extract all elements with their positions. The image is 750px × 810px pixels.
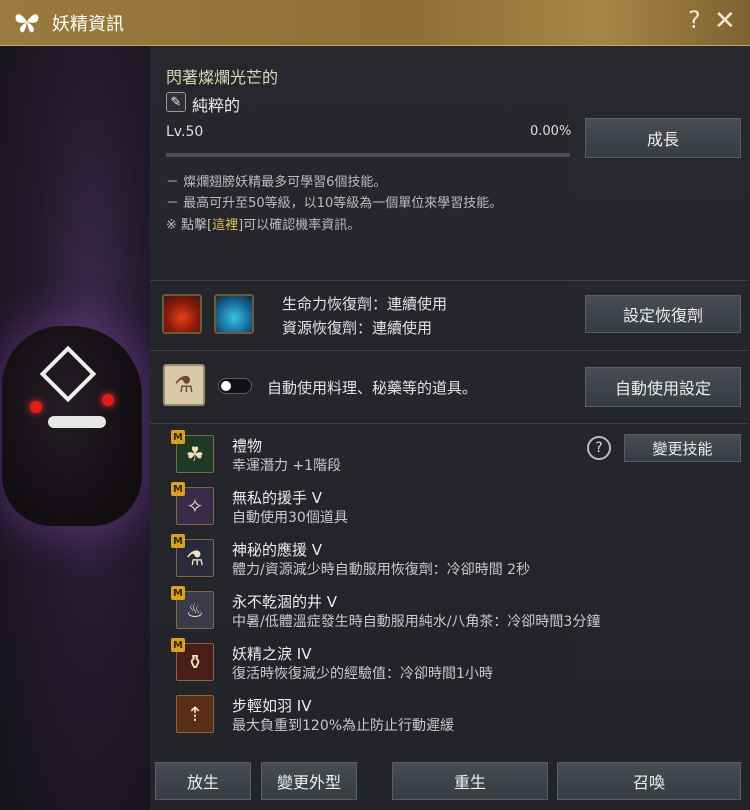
feather-bag-icon: ⇡ (176, 695, 214, 733)
skill-row[interactable]: ⚗ M 神秘的應援 V 體力/資源減少時自動服用恢復劑：冷卻時間 2秒 (150, 534, 570, 585)
skill-description: 體力/資源減少時自動服用恢復劑：冷卻時間 2秒 (232, 562, 531, 578)
skill-name: 神秘的應援 V (232, 541, 323, 559)
mastery-badge: M (171, 430, 185, 444)
auto-use-item-icon: ⚗ (163, 364, 205, 406)
mastery-badge: M (171, 534, 185, 548)
fairy-left-eye (30, 401, 42, 413)
grow-button[interactable]: 成長 (585, 118, 741, 158)
divider (150, 280, 748, 281)
skill-row[interactable]: ☘ M 禮物 幸運潛力 +1階段 (150, 430, 570, 481)
mastery-badge: M (171, 638, 185, 652)
close-icon[interactable]: ✕ (714, 6, 736, 36)
exp-bar (166, 153, 570, 157)
mp-potion-icon[interactable] (214, 294, 254, 334)
summon-button[interactable]: 召喚 (557, 762, 741, 800)
skill-description: 中暑/低體溫症發生時自動服用純水/八角茶：冷卻時間3分鐘 (232, 614, 601, 630)
auto-use-settings-button[interactable]: 自動使用設定 (585, 367, 741, 407)
release-button[interactable]: 放生 (155, 762, 251, 800)
skill-row[interactable]: ⇡ 步輕如羽 IV 最大負重到120%為止防止行動遲緩 (150, 693, 570, 741)
info-line-2: － 最高可升至50等級，以10等級為一個單位來學習技能。 (166, 196, 503, 211)
fairy-portrait (0, 46, 150, 810)
fairy-right-eye (102, 394, 114, 406)
help-icon[interactable]: ? (688, 6, 701, 34)
skill-name: 妖精之淚 IV (232, 645, 312, 663)
fairy-name: 純粹的 (192, 96, 241, 115)
fairy-level: Lv.50 (166, 124, 204, 140)
skill-name: 無私的援手 V (232, 489, 323, 507)
set-potion-button[interactable]: 設定恢復劑 (585, 295, 741, 333)
probability-link[interactable]: 這裡 (212, 218, 238, 233)
divider (150, 423, 748, 424)
rebirth-button[interactable]: 重生 (392, 762, 548, 800)
skill-name: 禮物 (232, 437, 263, 455)
skill-help-icon[interactable]: ? (587, 436, 611, 460)
fairy-mouth (48, 416, 106, 428)
mastery-badge: M (171, 482, 185, 496)
skill-name: 永不乾涸的井 V (232, 593, 338, 611)
skill-description: 復活時恢復減少的經驗值：冷卻時間1小時 (232, 666, 493, 682)
info-line-3-suffix: ]可以確認機率資訊。 (238, 218, 361, 233)
fairy-prefix: 閃著燦爛光芒的 (166, 68, 279, 87)
window-title: 妖精資訊 (52, 14, 124, 35)
skill-name: 步輕如羽 IV (232, 697, 312, 715)
skill-row[interactable]: ✧ M 無私的援手 V 自動使用30個道具 (150, 482, 570, 533)
info-line-3: ※ 點擊[這裡]可以確認機率資訊。 (166, 214, 360, 233)
info-line-1: － 燦爛翅膀妖精最多可學習6個技能。 (166, 175, 387, 190)
exp-percent: 0.00% (530, 124, 572, 139)
auto-use-label: 自動使用料理、秘藥等的道具。 (267, 379, 478, 397)
mastery-badge: M (171, 586, 185, 600)
skill-description: 最大負重到120%為止防止行動遲緩 (232, 718, 455, 734)
butterfly-icon (15, 14, 39, 33)
skill-description: 自動使用30個道具 (232, 510, 348, 526)
auto-use-toggle[interactable] (218, 378, 252, 394)
change-look-button[interactable]: 變更外型 (261, 762, 357, 800)
info-line-3-prefix: ※ 點擊[ (166, 218, 213, 233)
divider (150, 350, 748, 351)
change-skill-button[interactable]: 變更技能 (624, 434, 741, 462)
hp-potion-icon[interactable] (162, 294, 202, 334)
title-bar[interactable]: 妖精資訊 ? ✕ (0, 0, 750, 46)
mp-potion-setting: 資源恢復劑：連續使用 (282, 319, 433, 337)
skill-row[interactable]: ⚱ M 妖精之淚 IV 復活時恢復減少的經驗值：冷卻時間1小時 (150, 638, 570, 689)
skill-row[interactable]: ♨ M 永不乾涸的井 V 中暑/低體溫症發生時自動服用純水/八角茶：冷卻時間3分鐘 (150, 586, 600, 637)
skill-description: 幸運潛力 +1階段 (232, 458, 342, 474)
hp-potion-setting: 生命力恢復劑：連續使用 (282, 295, 448, 313)
toggle-knob (221, 381, 231, 391)
edit-name-icon[interactable]: ✎ (166, 92, 186, 112)
